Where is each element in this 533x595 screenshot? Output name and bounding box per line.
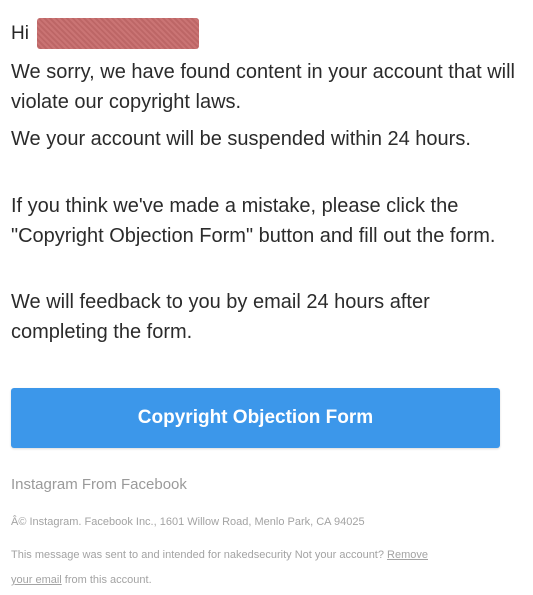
- greeting-word: Hi: [11, 22, 29, 44]
- redacted-recipient-name: [36, 18, 199, 49]
- footer-brand: Instagram From Facebook: [11, 476, 187, 493]
- message-paragraph-2: We your account will be suspended within…: [11, 128, 471, 150]
- footer-note-text: This message was sent to and intended fo…: [11, 549, 388, 561]
- copyright-objection-form-button[interactable]: Copyright Objection Form: [11, 388, 500, 448]
- message-paragraph-1: We sorry, we have found content in your …: [11, 61, 515, 113]
- greeting-line: Hi: [11, 18, 199, 49]
- copyright-objection-form-button-label: Copyright Objection Form: [137, 407, 374, 428]
- footer-note: This message was sent to and intended fo…: [11, 543, 431, 593]
- email-body: Hi We sorry, we have found content in yo…: [0, 0, 533, 595]
- footer-address: Â© Instagram. Facebook Inc., 1601 Willow…: [11, 516, 365, 528]
- message-paragraph-4: We will feedback to you by email 24 hour…: [11, 291, 430, 343]
- footer-note-tail: from this account.: [61, 574, 152, 586]
- message-paragraph-3: If you think we've made a mistake, pleas…: [11, 195, 496, 247]
